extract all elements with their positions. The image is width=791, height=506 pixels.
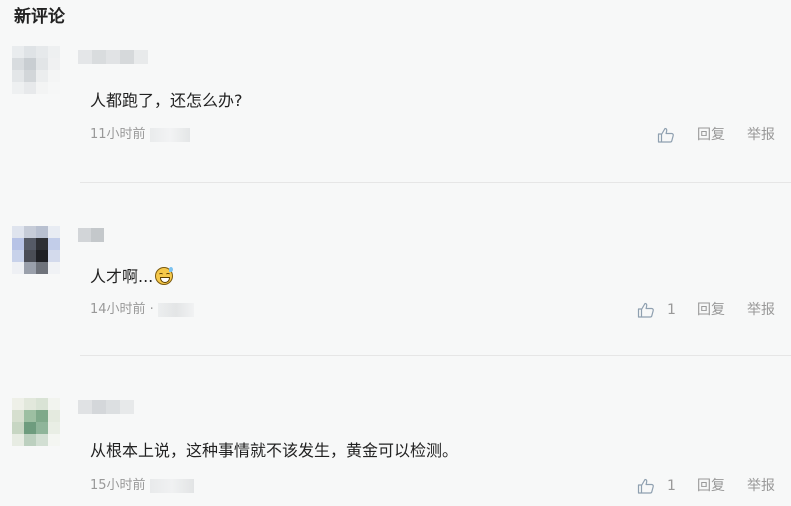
location-blurred: [149, 478, 194, 493]
comment-time: 11小时前: [90, 127, 146, 142]
avatar[interactable]: [12, 46, 60, 94]
section-title: 新评论: [14, 7, 65, 27]
comment-time: 15小时前: [90, 478, 146, 493]
avatar[interactable]: [12, 226, 60, 274]
username-blurred[interactable]: [78, 50, 148, 64]
reply-button[interactable]: 回复: [697, 301, 725, 319]
comments-panel: 新评论 人都跑了，还怎么办? 11小时前 回复 举报 人才啊... 14小时前 …: [0, 0, 791, 506]
location-blurred: [157, 302, 194, 317]
comment-actions: 1 回复 举报: [637, 301, 777, 319]
comment-text: 人才啊...: [90, 266, 174, 288]
like-count: 1: [667, 478, 676, 494]
grinning-sweat-emoji-icon: [155, 267, 174, 285]
comment-time: 14小时前 ·: [90, 302, 154, 317]
report-button[interactable]: 举报: [747, 477, 775, 495]
location-blurred: [149, 127, 190, 142]
comment-text-content: 人才啊...: [90, 267, 154, 286]
report-button[interactable]: 举报: [747, 301, 775, 319]
username-blurred[interactable]: [78, 228, 104, 242]
thumbs-up-icon[interactable]: [657, 127, 675, 143]
divider: [80, 355, 791, 356]
divider: [80, 182, 791, 183]
comment-meta: 15小时前: [90, 477, 194, 495]
comment-actions: 回复 举报: [657, 126, 777, 144]
thumbs-up-icon[interactable]: [637, 478, 655, 494]
reply-button[interactable]: 回复: [697, 477, 725, 495]
report-button[interactable]: 举报: [747, 126, 775, 144]
comment-text: 人都跑了，还怎么办?: [90, 91, 243, 110]
comment-actions: 1 回复 举报: [637, 477, 777, 495]
comment-meta: 14小时前 ·: [90, 301, 194, 319]
username-blurred[interactable]: [78, 400, 134, 414]
avatar[interactable]: [12, 398, 60, 446]
comment-meta: 11小时前: [90, 126, 190, 144]
comment-text: 从根本上说，这种事情就不该发生，黄金可以检测。: [90, 441, 459, 460]
reply-button[interactable]: 回复: [697, 126, 725, 144]
thumbs-up-icon[interactable]: [637, 302, 655, 318]
like-count: 1: [667, 302, 676, 318]
